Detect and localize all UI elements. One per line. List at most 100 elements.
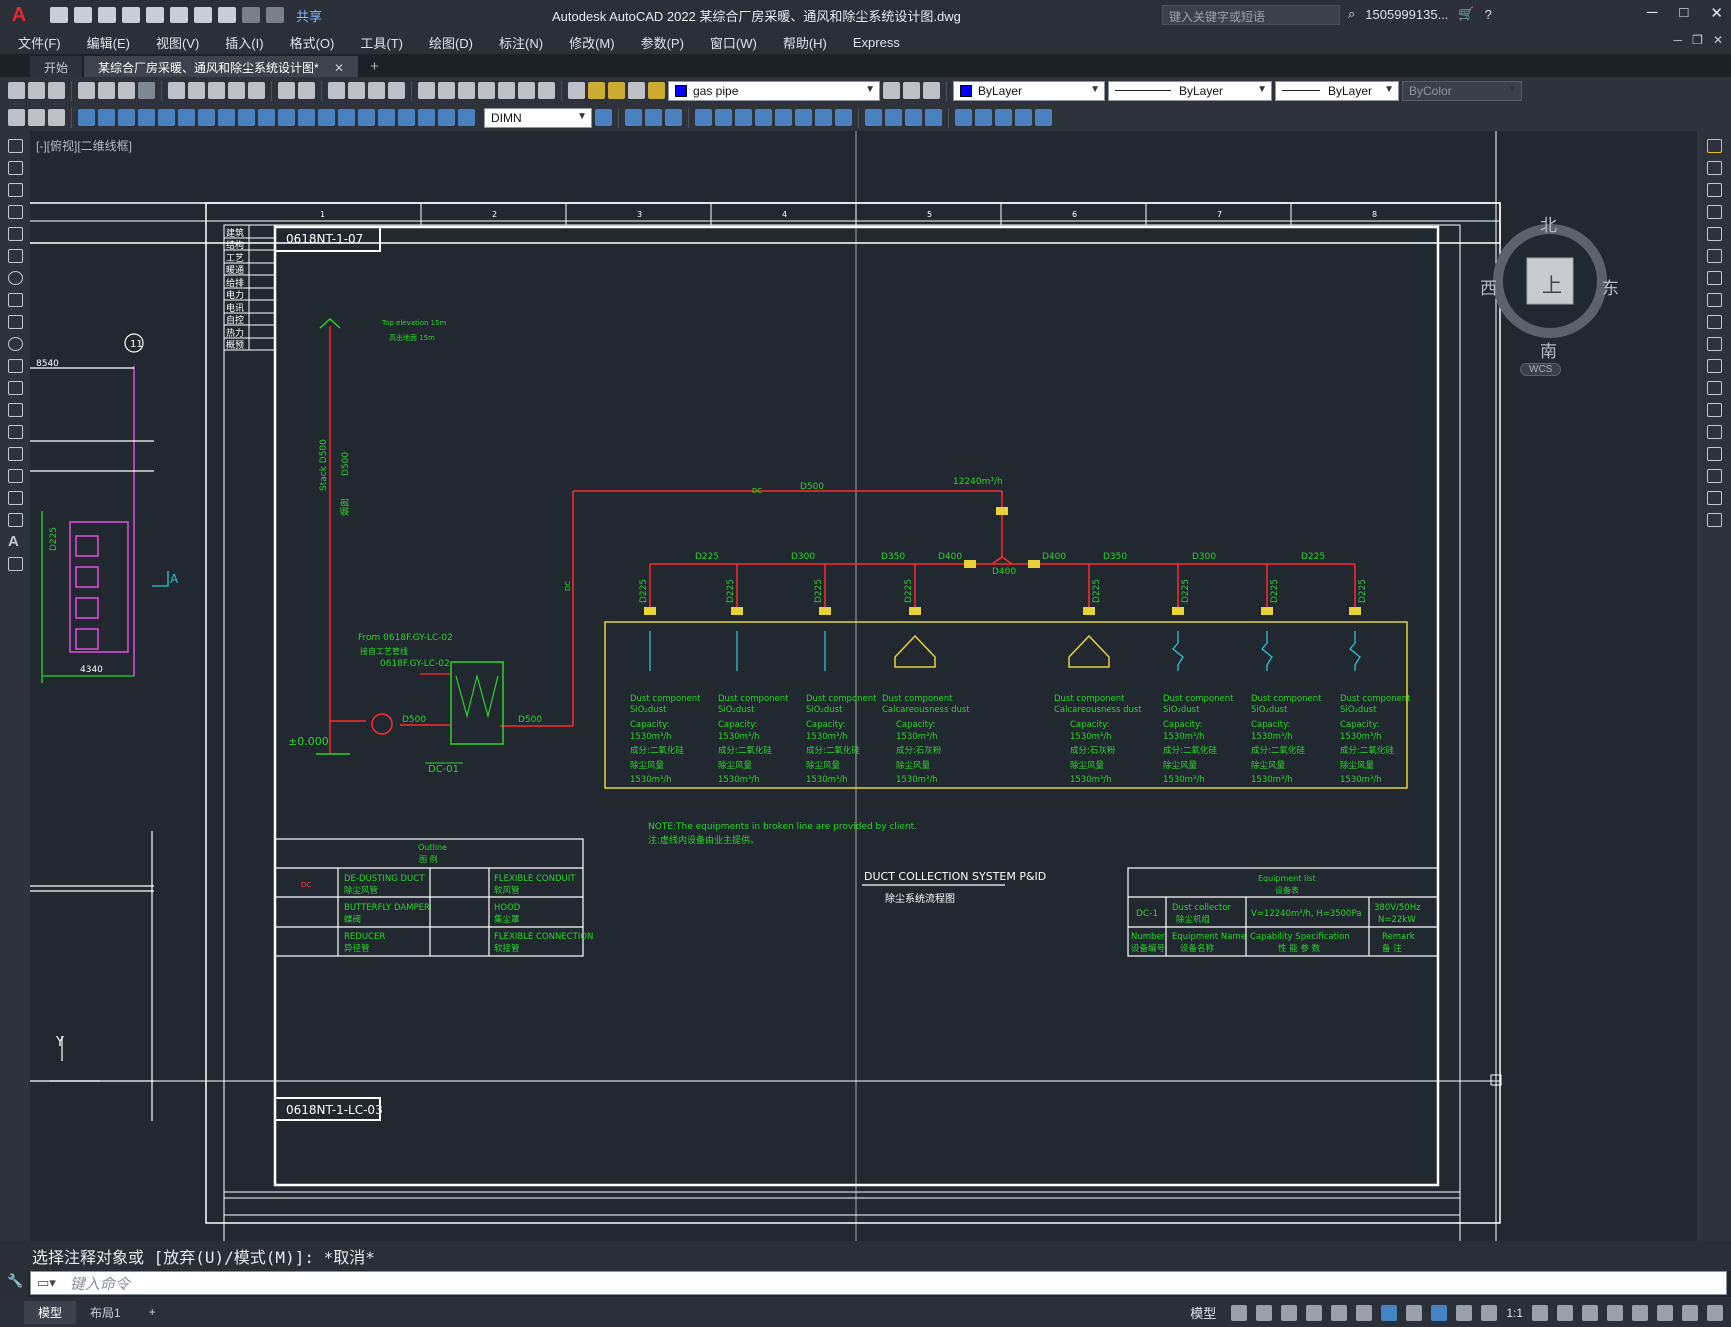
fillet-icon[interactable]	[1707, 469, 1722, 483]
dim-continue-icon[interactable]	[278, 109, 295, 126]
rotate-icon[interactable]	[1707, 271, 1722, 285]
layer-previous-icon[interactable]	[903, 82, 920, 99]
zoom-previous-icon[interactable]	[388, 82, 405, 99]
dimstyle-dropdown[interactable]: DIMN ▼	[484, 107, 592, 128]
viewcube-west[interactable]: 西	[1480, 274, 1497, 299]
dim-jogged-icon[interactable]	[178, 109, 195, 126]
join-icon[interactable]	[1707, 425, 1722, 439]
viewcube-north[interactable]: 北	[1540, 211, 1557, 236]
menu-tools[interactable]: 工具(T)	[360, 33, 403, 52]
add-selected-icon[interactable]	[8, 557, 23, 571]
undo-tb-icon[interactable]	[278, 82, 295, 99]
help-tb-icon[interactable]	[538, 82, 555, 99]
plot-tb-icon[interactable]	[78, 82, 95, 99]
publish-icon[interactable]	[118, 82, 135, 99]
markup-icon[interactable]	[498, 82, 515, 99]
dim-text-edit-icon[interactable]	[438, 109, 455, 126]
doc-restore-icon[interactable]: ❐	[1692, 33, 1703, 47]
mod-icon-3[interactable]	[665, 109, 682, 126]
rectangle-icon[interactable]	[8, 227, 23, 241]
inspect-icon[interactable]	[378, 109, 395, 126]
customize-status-icon[interactable]	[1707, 1304, 1723, 1321]
paste-icon[interactable]	[208, 82, 225, 99]
blend-icon[interactable]	[1707, 491, 1722, 505]
snap-icon[interactable]	[1256, 1304, 1273, 1321]
annotation-scale-icon[interactable]	[1481, 1304, 1498, 1321]
mod-icon-14[interactable]	[905, 109, 922, 126]
break-point-icon[interactable]	[1707, 381, 1722, 395]
polar-icon[interactable]	[1306, 1304, 1323, 1321]
tab-start[interactable]: 开始	[30, 56, 83, 78]
layer-vp-icon[interactable]	[628, 82, 645, 99]
menu-draw[interactable]: 绘图(D)	[429, 33, 473, 52]
dim-linear-icon[interactable]	[78, 109, 95, 126]
hardware-accel-icon[interactable]	[1657, 1304, 1673, 1321]
mod-icon-9[interactable]	[795, 109, 812, 126]
new-tab-button[interactable]: +	[360, 55, 389, 78]
workspace-gear-icon[interactable]	[1532, 1304, 1548, 1321]
zoom-realtime-icon[interactable]	[348, 82, 365, 99]
open-web-icon[interactable]	[146, 7, 164, 23]
dim-edit-icon[interactable]	[418, 109, 435, 126]
layer-properties-icon[interactable]	[568, 82, 585, 99]
tb2-icon-1[interactable]	[8, 109, 25, 126]
units-icon[interactable]	[1582, 1304, 1598, 1321]
zoom-window-icon[interactable]	[368, 82, 385, 99]
dim-angular-icon[interactable]	[218, 109, 235, 126]
mod-icon-4[interactable]	[695, 109, 712, 126]
redo-icon[interactable]	[242, 7, 260, 23]
plot-icon[interactable]	[194, 7, 212, 23]
command-input[interactable]: ▭▾ 键入命令	[30, 1271, 1727, 1295]
add-layout-button[interactable]: +	[135, 1302, 170, 1322]
array-icon[interactable]	[1707, 227, 1722, 241]
search-input[interactable]: 键入关键字或短语	[1162, 5, 1340, 25]
mod-icon-13[interactable]	[885, 109, 902, 126]
copy-obj-icon[interactable]	[1707, 161, 1722, 175]
polygon-icon[interactable]	[8, 205, 23, 219]
wcs-menu[interactable]: WCS	[1520, 363, 1562, 376]
search-icon[interactable]: ⌕	[1348, 6, 1355, 22]
menu-help[interactable]: 帮助(H)	[783, 33, 827, 52]
menu-view[interactable]: 视图(V)	[156, 33, 199, 52]
spline-icon[interactable]	[8, 315, 23, 329]
tab-close-icon[interactable]: ✕	[334, 61, 344, 75]
layer-lock-icon[interactable]	[648, 82, 665, 99]
jogged-linear-icon[interactable]	[398, 109, 415, 126]
menu-format[interactable]: 格式(O)	[290, 33, 335, 52]
offset-icon[interactable]	[1707, 205, 1722, 219]
point-icon[interactable]	[8, 425, 23, 439]
center-mark-icon[interactable]	[358, 109, 375, 126]
pan-icon[interactable]	[328, 82, 345, 99]
undo-icon[interactable]	[218, 7, 236, 23]
minimize-icon[interactable]: ─	[1647, 4, 1658, 22]
mod-icon-10[interactable]	[815, 109, 832, 126]
dim-diameter-icon[interactable]	[198, 109, 215, 126]
layer-on-icon[interactable]	[588, 82, 605, 99]
layer-dropdown[interactable]: gas pipe ▼	[668, 80, 880, 101]
lineweight-icon[interactable]	[1406, 1304, 1423, 1321]
tab-layout1[interactable]: 布局1	[76, 1301, 135, 1324]
make-current-icon[interactable]	[883, 82, 900, 99]
command-prompt-icon[interactable]: ▭▾	[37, 1275, 56, 1291]
quick-properties-icon[interactable]	[1607, 1304, 1623, 1321]
save-as-icon[interactable]	[122, 7, 140, 23]
stretch-icon[interactable]	[1707, 315, 1722, 329]
tb2-icon-2[interactable]	[28, 109, 45, 126]
share-button[interactable]: 共享	[296, 6, 322, 25]
design-center-icon[interactable]	[438, 82, 455, 99]
osnap-icon[interactable]	[1381, 1304, 1398, 1321]
layer-freeze-icon[interactable]	[608, 82, 625, 99]
viewcube-east[interactable]: 东	[1602, 274, 1619, 299]
color-dropdown[interactable]: ByLayer ▼	[953, 80, 1105, 101]
maximize-icon[interactable]: □	[1679, 4, 1688, 22]
new-file-icon[interactable]	[50, 7, 68, 23]
menu-dimension[interactable]: 标注(N)	[499, 33, 543, 52]
annotation-scale-value[interactable]: 1:1	[1506, 1306, 1523, 1320]
menu-window[interactable]: 窗口(W)	[710, 33, 757, 52]
close-icon[interactable]: ✕	[1710, 4, 1723, 22]
extend-icon[interactable]	[1707, 359, 1722, 373]
mod-icon-2[interactable]	[645, 109, 662, 126]
mod-icon-18[interactable]	[995, 109, 1012, 126]
insert-block-icon[interactable]	[8, 381, 23, 395]
doc-minimize-icon[interactable]: ─	[1674, 33, 1683, 47]
